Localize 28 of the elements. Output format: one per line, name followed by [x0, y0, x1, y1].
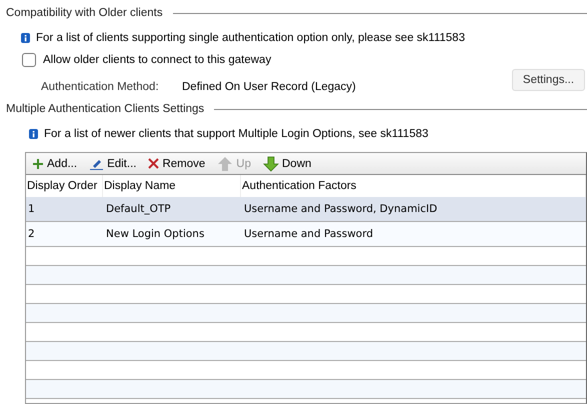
- checkbox-label[interactable]: Allow older clients to connect to this gateway: [43, 54, 272, 66]
- method-value: Defined On User Record (Legacy): [182, 81, 356, 93]
- section-title: Compatibility with Older clients: [6, 7, 163, 19]
- table-cell-text: 1: [27, 203, 36, 215]
- table-row[interactable]: 1 Default_OTP Username and Password, DynamicID: [26, 197, 586, 222]
- pen-icon: [89, 158, 104, 170]
- plus-icon: [32, 158, 44, 170]
- table-cell-text: Username and Password, DynamicID: [243, 203, 438, 215]
- section-title: Multiple Authentication Clients Settings: [6, 103, 204, 115]
- method-label: Authentication Method:: [41, 81, 160, 93]
- settings-button[interactable]: Settings...: [512, 69, 585, 91]
- toolbar-button[interactable]: Remove: [146, 158, 208, 170]
- down-arrow-icon: [263, 156, 279, 172]
- checkbox[interactable]: [22, 53, 36, 67]
- info-text: For a list of newer clients that support Multiple Login Options, see sk111583: [44, 128, 428, 140]
- close-icon: [148, 158, 160, 169]
- up-arrow-icon: [217, 156, 234, 172]
- toolbar-button[interactable]: Add...: [30, 158, 80, 170]
- toolbar-button[interactable]: Down: [261, 156, 314, 172]
- info-icon: [29, 129, 38, 139]
- toolbar-button[interactable]: Edit...: [87, 158, 138, 170]
- table-cell-text: Username and Password: [243, 228, 374, 240]
- info-text: For a list of clients supporting single authentication option only, please see sk111583: [36, 32, 465, 44]
- table-cell-text: Default_OTP: [105, 203, 172, 215]
- table-row[interactable]: 2 New Login Options Username and Password: [26, 222, 586, 247]
- table-cell-text: New Login Options: [105, 228, 206, 240]
- info-icon: [21, 33, 30, 43]
- table-cell-text: 2: [27, 228, 36, 240]
